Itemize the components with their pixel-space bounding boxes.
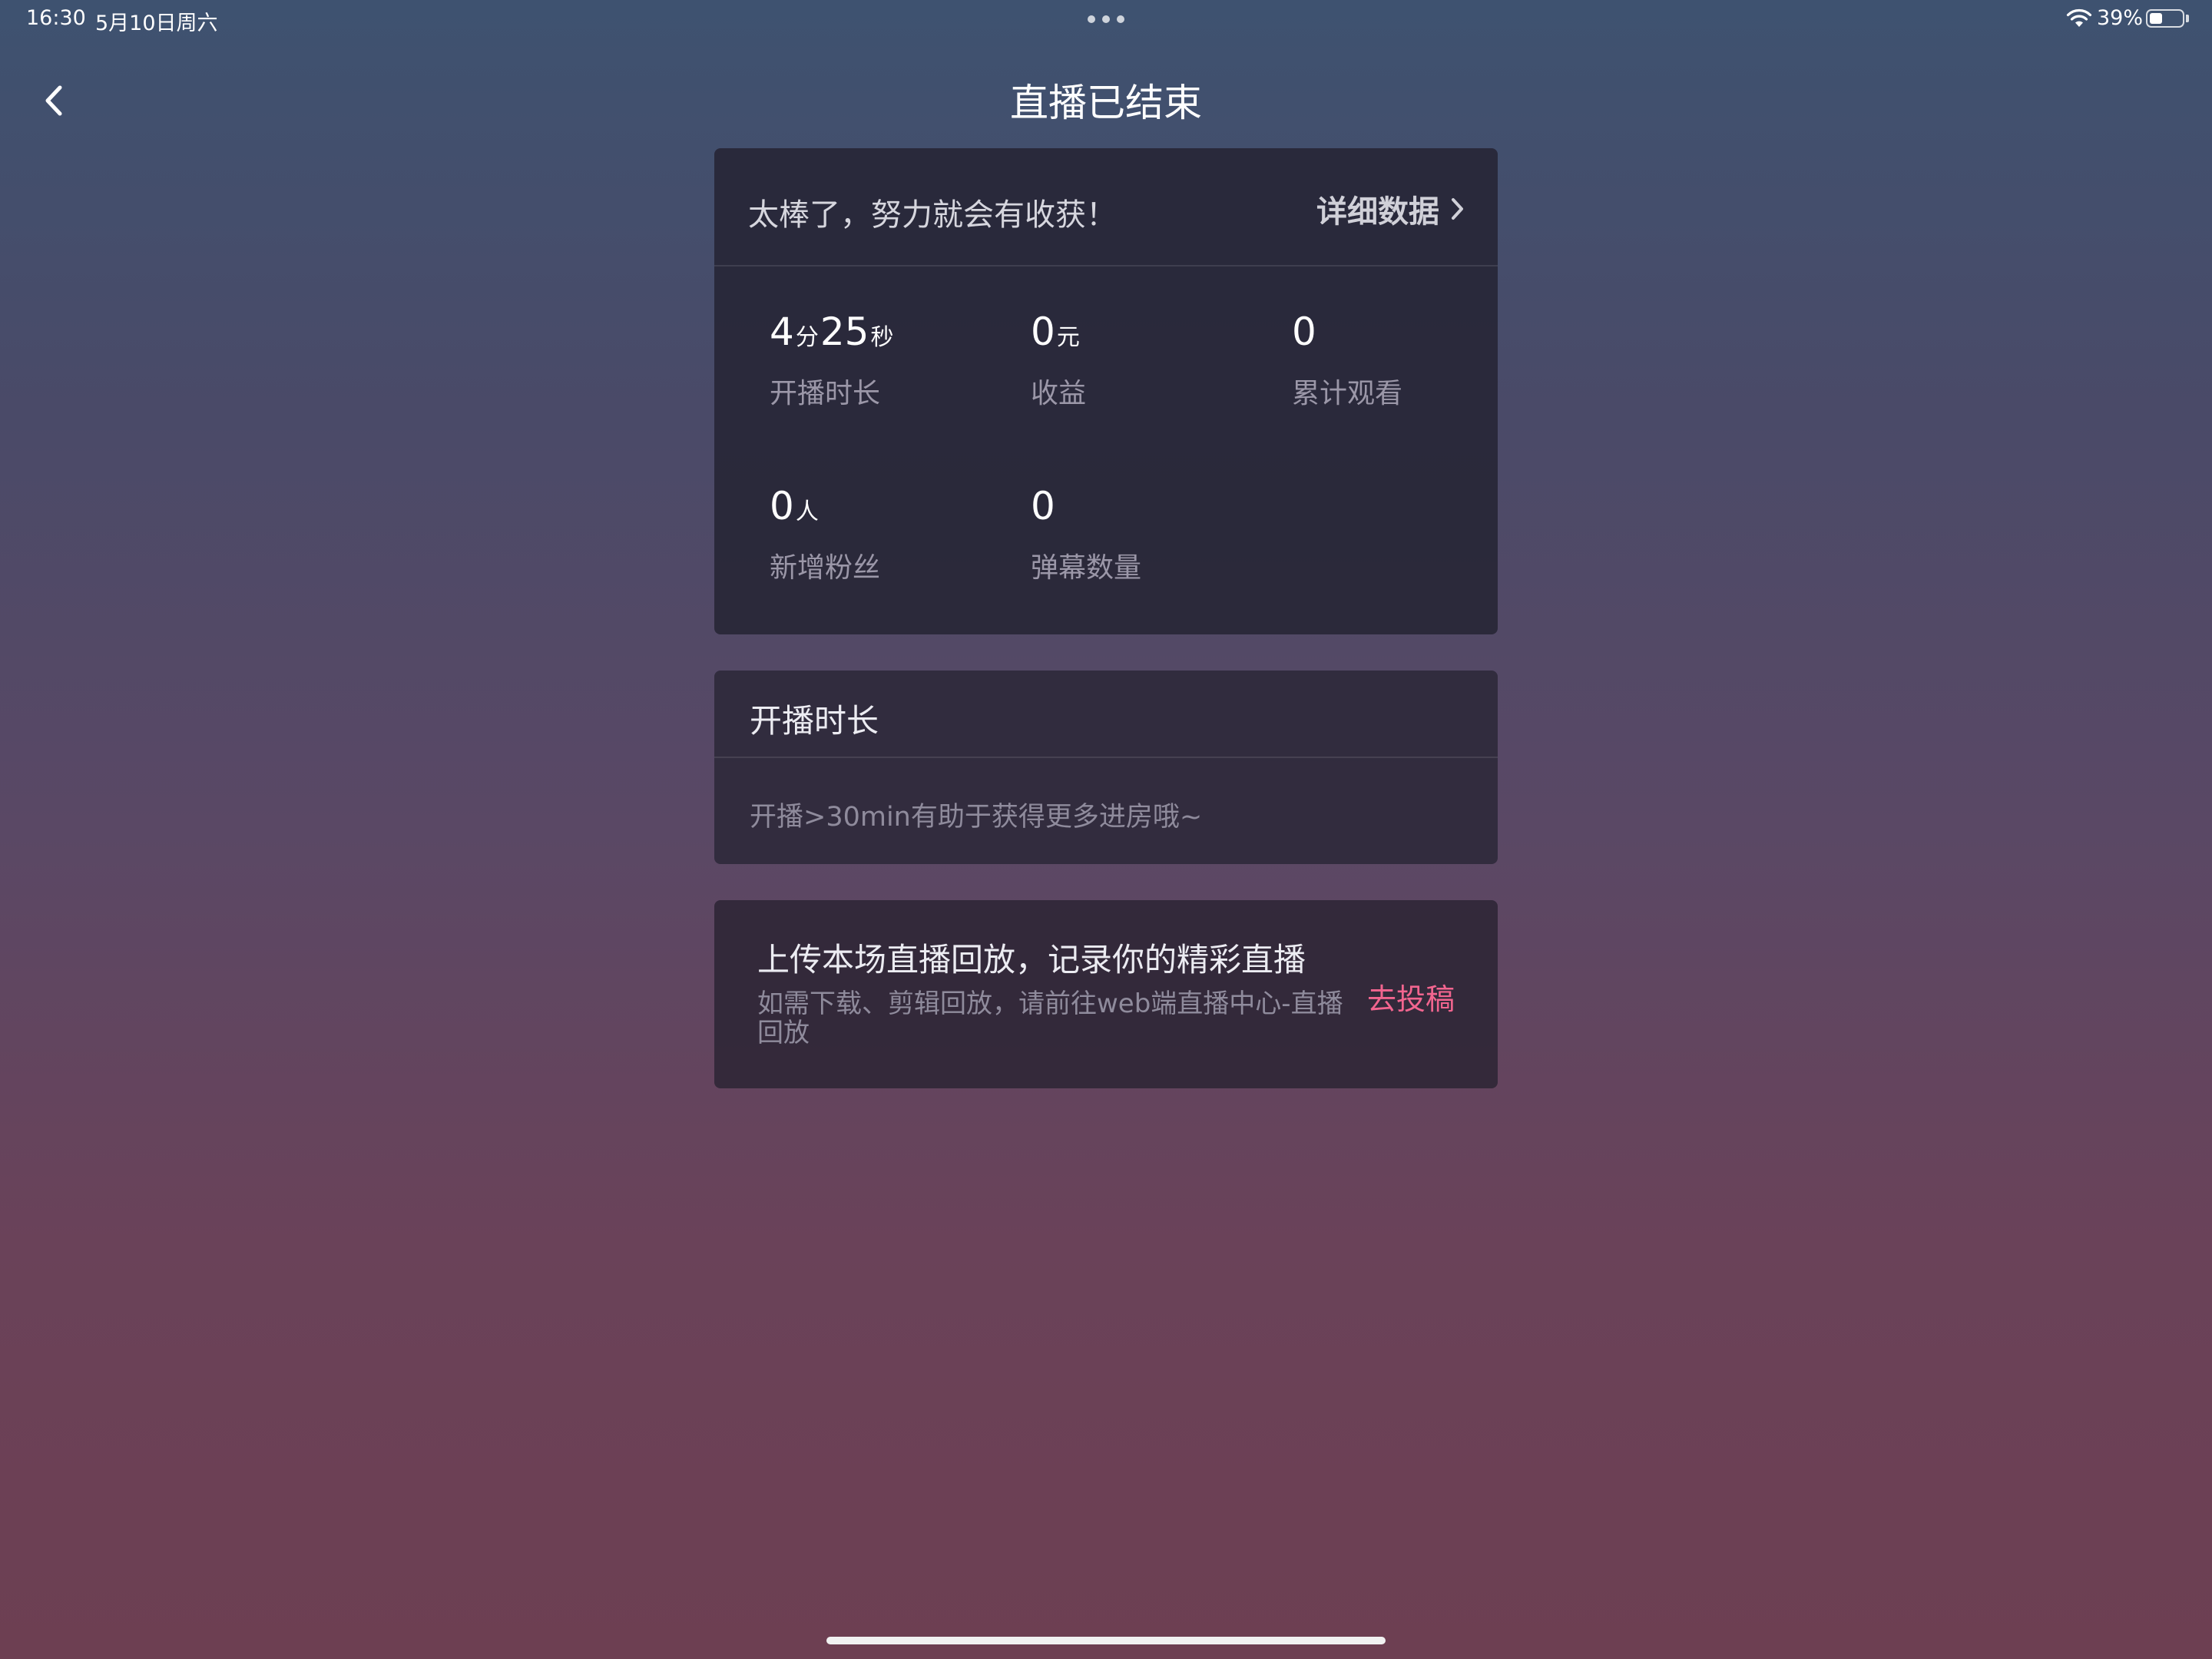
battery-percent: 39% — [2097, 6, 2144, 30]
stat-total-views: 0 累计观看 — [1292, 310, 1402, 411]
detail-data-label: 详细数据 — [1316, 194, 1439, 230]
live-summary-card: 太棒了，努力就会有收获！ 详细数据 4分25秒 开播时长 0元 收益 0 累计观… — [714, 148, 1498, 634]
battery-icon — [2146, 9, 2184, 28]
replay-upload-card: 上传本场直播回放，记录你的精彩直播 如需下载、剪辑回放，请前往web端直播中心-… — [714, 900, 1498, 1088]
stat-new-followers: 0人 新增粉丝 — [770, 484, 880, 585]
detail-data-link[interactable]: 详细数据 — [1316, 187, 1465, 231]
status-time: 16:30 — [26, 6, 86, 30]
multitasking-dots-icon[interactable] — [1088, 15, 1124, 23]
stat-income-label: 收益 — [1031, 378, 1087, 409]
battery-cap — [2186, 15, 2189, 22]
stat-new-followers-label: 新增粉丝 — [770, 552, 881, 584]
status-bar: 16:30 5月10日周六 39% — [0, 0, 2212, 40]
stat-income-value: 0元 — [1031, 310, 1080, 354]
stat-danmaku-count-label: 弹幕数量 — [1031, 552, 1142, 584]
stat-duration: 4分25秒 开播时长 — [770, 310, 895, 411]
submit-replay-button[interactable]: 去投稿 — [1367, 975, 1455, 1018]
page-title: 直播已结束 — [1010, 81, 1202, 125]
stat-income: 0元 收益 — [1031, 310, 1086, 411]
stat-danmaku-count: 0 弹幕数量 — [1031, 484, 1141, 585]
duration-tip-header: 开播时长 — [714, 671, 1498, 758]
battery-fill — [2150, 13, 2162, 24]
wifi-icon — [2066, 8, 2092, 27]
home-indicator[interactable] — [826, 1637, 1386, 1644]
replay-upload-title: 上传本场直播回放，记录你的精彩直播 — [757, 941, 1306, 979]
stat-new-followers-value: 0人 — [770, 484, 819, 528]
chevron-right-icon — [1452, 198, 1463, 220]
duration-tip-card: 开播时长 开播>30min有助于获得更多进房哦~ — [714, 671, 1498, 864]
replay-upload-description: 如需下载、剪辑回放，请前往web端直播中心-直播回放 — [757, 988, 1343, 1048]
stat-total-views-label: 累计观看 — [1292, 378, 1403, 409]
summary-header: 太棒了，努力就会有收获！ 详细数据 — [714, 148, 1498, 267]
stat-duration-label: 开播时长 — [770, 378, 881, 409]
duration-tip-title: 开播时长 — [750, 702, 879, 740]
stat-duration-value: 4分25秒 — [770, 310, 894, 354]
duration-tip-text: 开播>30min有助于获得更多进房哦~ — [750, 802, 1203, 833]
status-date: 5月10日周六 — [95, 12, 218, 35]
encouragement-text: 太棒了，努力就会有收获！ — [748, 197, 1117, 233]
stat-danmaku-count-value: 0 — [1031, 484, 1055, 528]
stat-total-views-value: 0 — [1292, 310, 1316, 354]
